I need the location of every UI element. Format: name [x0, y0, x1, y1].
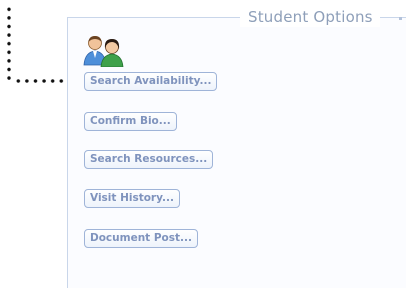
- panel-title: Student Options: [240, 7, 380, 27]
- search-availability-button[interactable]: Search Availability...: [84, 72, 218, 91]
- people-icon: [82, 33, 130, 68]
- document-post-button[interactable]: Document Post...: [84, 229, 198, 248]
- panel-border-tick: [399, 17, 402, 20]
- dotted-connector-vertical: [6, 5, 12, 81]
- search-resources-button[interactable]: Search Resources...: [84, 150, 214, 169]
- confirm-bio-button[interactable]: Confirm Bio...: [84, 112, 177, 131]
- visit-history-button[interactable]: Visit History...: [84, 189, 180, 208]
